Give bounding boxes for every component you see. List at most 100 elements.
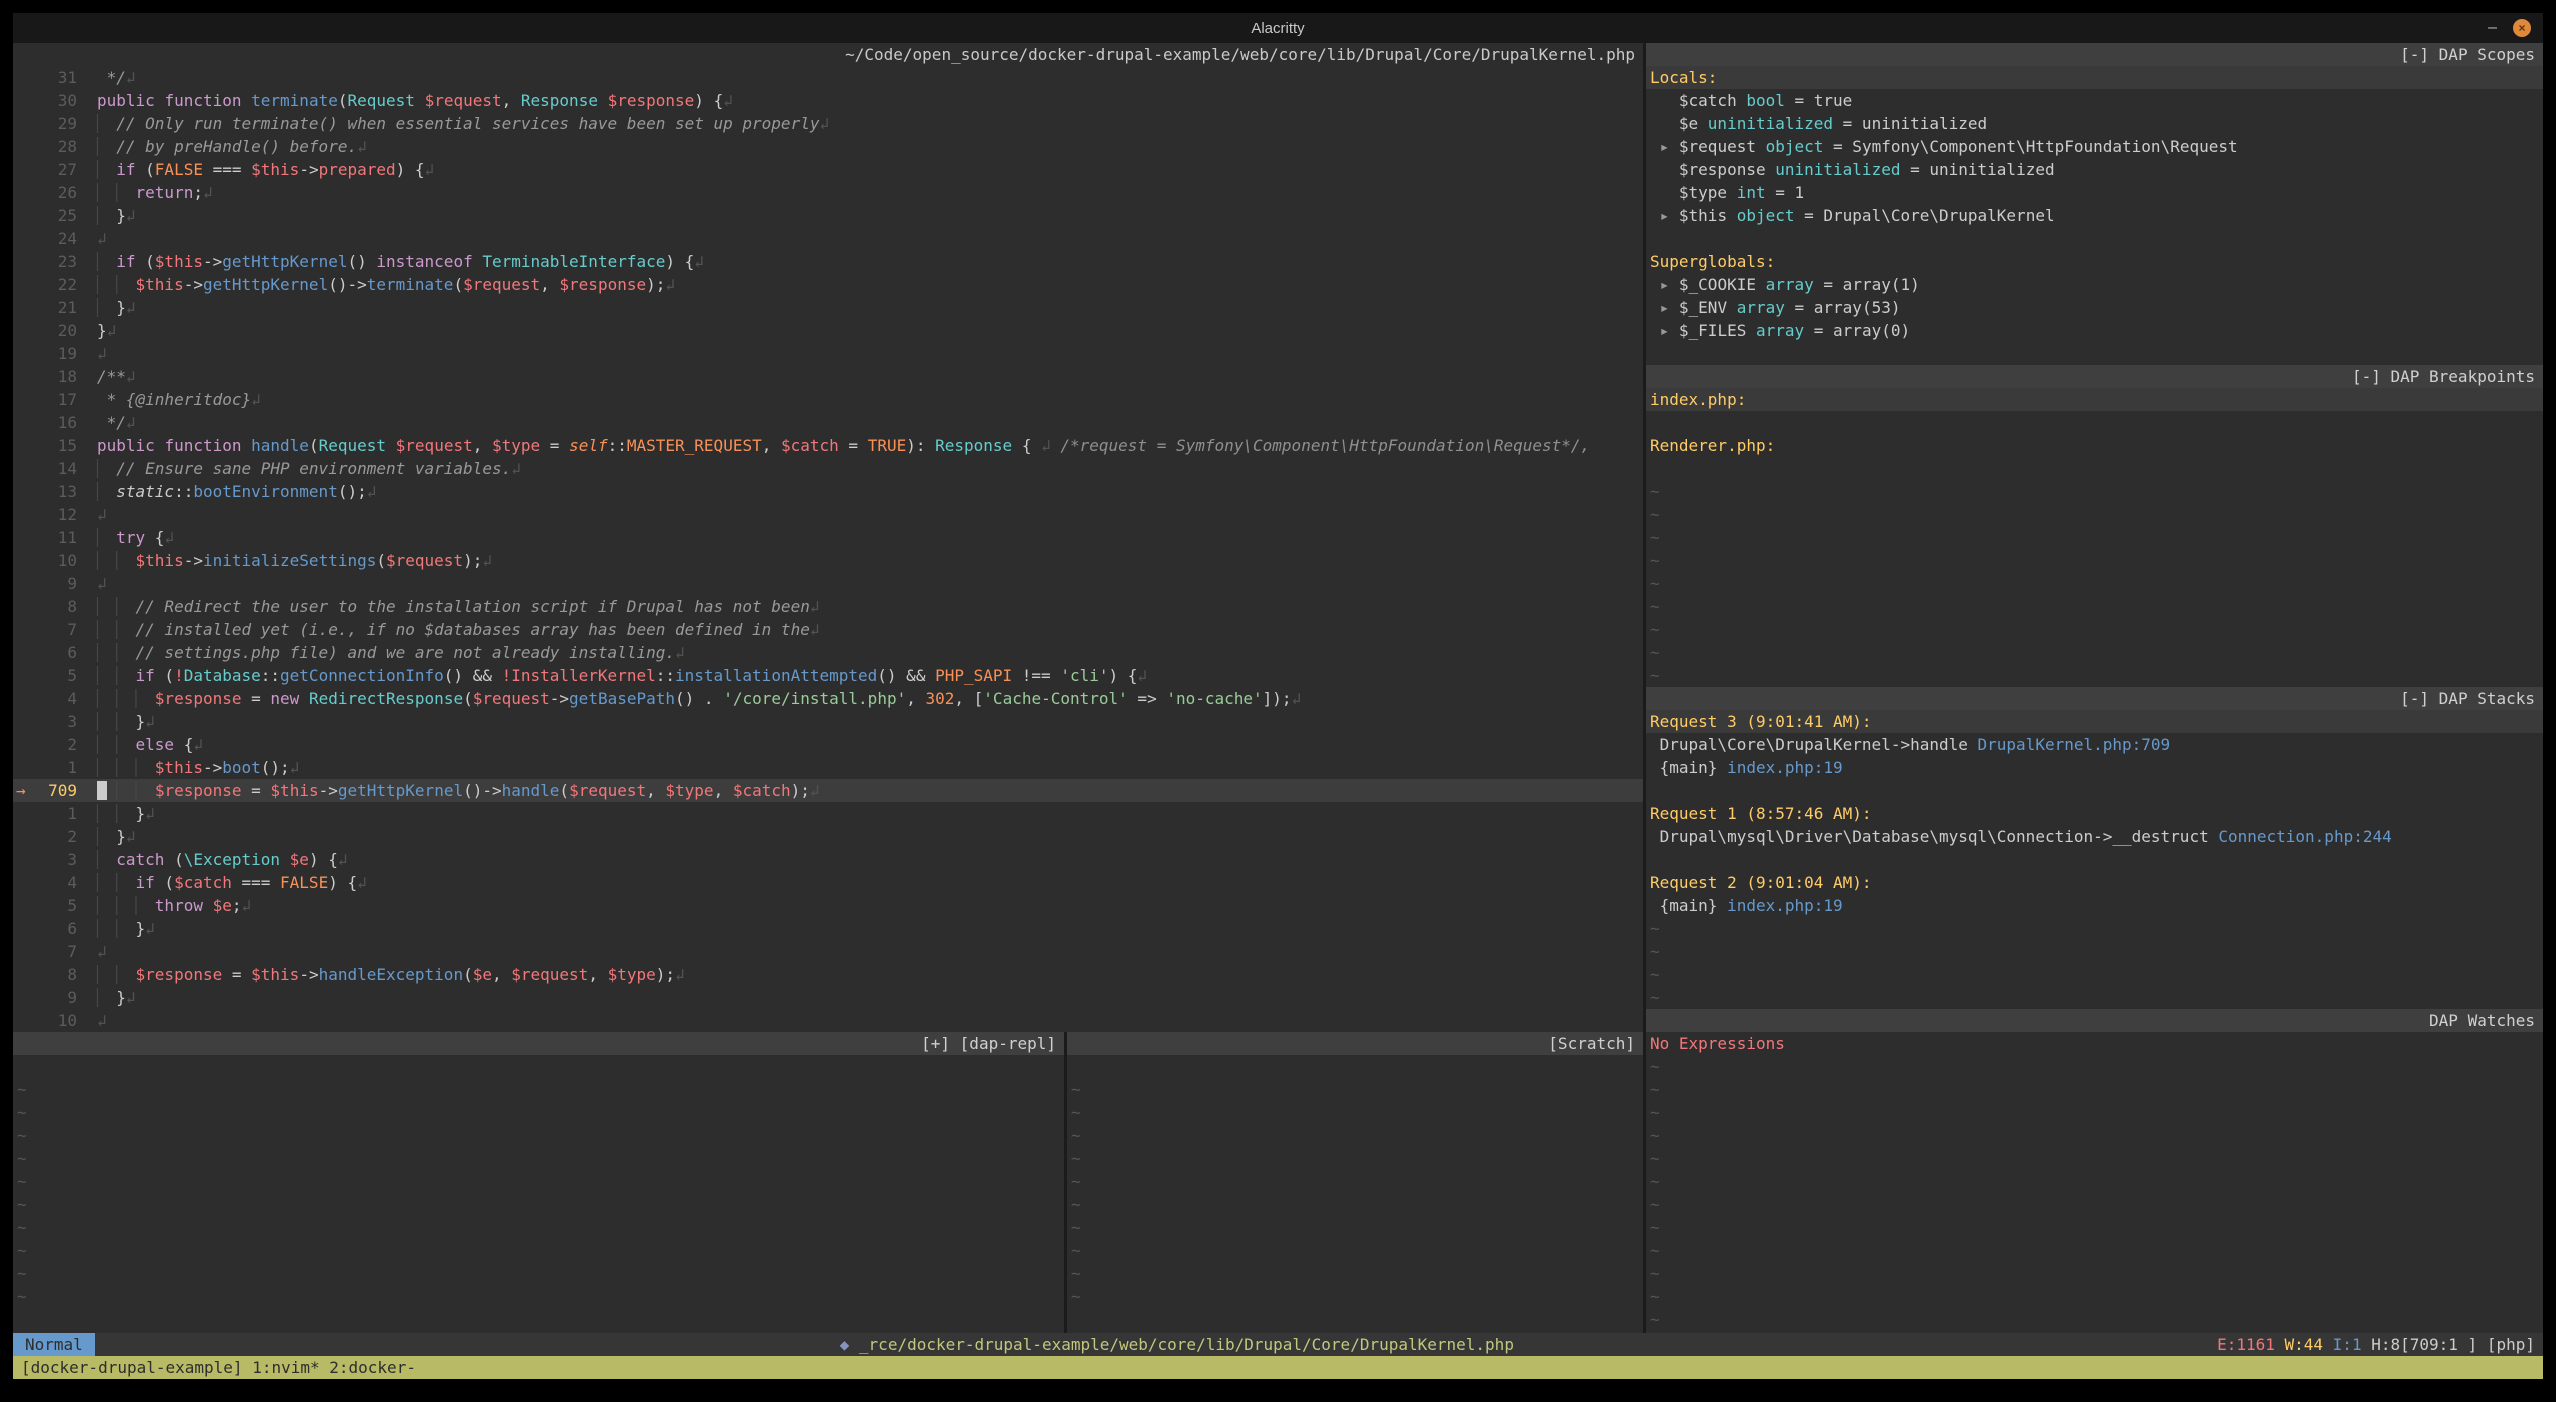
code-line[interactable]: 7↲ bbox=[13, 940, 1643, 963]
stacks-row[interactable]: Drupal\Core\DrupalKernel->handle DrupalK… bbox=[1646, 733, 2543, 756]
code-line[interactable]: 16 */↲ bbox=[13, 411, 1643, 434]
code-line[interactable]: 12↲ bbox=[13, 503, 1643, 526]
scopes-row[interactable]: ▸ $_ENV array = array(53) bbox=[1646, 296, 2543, 319]
text-segment: int bbox=[1737, 183, 1766, 202]
scopes-row[interactable]: Superglobals: bbox=[1646, 250, 2543, 273]
stacks-row[interactable]: Request 2 (9:01:04 AM): bbox=[1646, 871, 2543, 894]
code-line[interactable]: 27▏ if (FALSE === $this->prepared) {↲ bbox=[13, 158, 1643, 181]
dap-stacks-header[interactable]: [-] DAP Stacks bbox=[1646, 687, 2543, 710]
buffer-line[interactable] bbox=[13, 1055, 1064, 1078]
text-segment: ) { bbox=[328, 873, 357, 892]
code-line[interactable]: 9▏ }↲ bbox=[13, 986, 1643, 1009]
code-line[interactable]: 10▏ ▏ $this->initializeSettings($request… bbox=[13, 549, 1643, 572]
dap-repl-window[interactable]: ~~~~~~~~~~ bbox=[13, 1055, 1064, 1333]
code-line[interactable]: 18/**↲ bbox=[13, 365, 1643, 388]
text-segment bbox=[107, 781, 117, 800]
code-line[interactable]: 24↲ bbox=[13, 227, 1643, 250]
code-area[interactable]: 31 */↲ 30public function terminate(Reque… bbox=[13, 66, 1643, 1032]
code-line[interactable]: 31 */↲ bbox=[13, 66, 1643, 89]
current-code-line[interactable]: →709 ▏ ▏ $response = $this->getHttpKerne… bbox=[13, 779, 1643, 802]
code-line[interactable]: 19↲ bbox=[13, 342, 1643, 365]
code-line[interactable]: 8▏ ▏ $response = $this->handleException(… bbox=[13, 963, 1643, 986]
code-line[interactable]: 26▏ ▏ return;↲ bbox=[13, 181, 1643, 204]
code-line[interactable]: 9↲ bbox=[13, 572, 1643, 595]
scopes-row[interactable]: Locals: bbox=[1646, 66, 2543, 89]
scopes-row[interactable] bbox=[1646, 227, 2543, 250]
stacks-row[interactable] bbox=[1646, 779, 2543, 802]
code-line[interactable]: 20}↲ bbox=[13, 319, 1643, 342]
scopes-row[interactable]: ▸ $this object = Drupal\Core\DrupalKerne… bbox=[1646, 204, 2543, 227]
watches-row[interactable]: No Expressions bbox=[1646, 1032, 2543, 1055]
code-line[interactable]: 28▏ // by preHandle() before.↲ bbox=[13, 135, 1643, 158]
code-line[interactable]: 8▏ ▏ // Redirect the user to the install… bbox=[13, 595, 1643, 618]
minimize-button[interactable]: – bbox=[2488, 19, 2497, 37]
scratch-window[interactable]: ~~~~~~~~~~ bbox=[1067, 1055, 1643, 1333]
close-button[interactable]: × bbox=[2513, 19, 2531, 37]
breakpoints-row[interactable] bbox=[1646, 411, 2543, 434]
scopes-row[interactable]: ▸ $_COOKIE array = array(1) bbox=[1646, 273, 2543, 296]
code-line[interactable]: 17 * {@inheritdoc}↲ bbox=[13, 388, 1643, 411]
dap-watches-header[interactable]: DAP Watches bbox=[1646, 1009, 2543, 1032]
text-segment: handle bbox=[251, 436, 309, 455]
gutter-padding bbox=[77, 503, 97, 526]
code-line[interactable]: 10↲ bbox=[13, 1009, 1643, 1032]
sign-column bbox=[13, 687, 37, 710]
text-segment: FALSE bbox=[155, 160, 203, 179]
dap-repl-statusline[interactable]: [+] [dap-repl] bbox=[13, 1032, 1064, 1055]
breakpoints-row[interactable]: Renderer.php: bbox=[1646, 434, 2543, 457]
code-line[interactable]: 3▏ catch (\Exception $e) {↲ bbox=[13, 848, 1643, 871]
stacks-row[interactable]: Drupal\mysql\Driver\Database\mysql\Conne… bbox=[1646, 825, 2543, 848]
code-line[interactable]: 6▏ ▏ // settings.php file) and we are no… bbox=[13, 641, 1643, 664]
indent-guide: ▏ bbox=[97, 298, 116, 317]
scopes-row[interactable] bbox=[1646, 342, 2543, 365]
code-line[interactable]: 7▏ ▏ // installed yet (i.e., if no $data… bbox=[13, 618, 1643, 641]
text-segment: /*request = Symfony\Component\HttpFounda… bbox=[1051, 436, 1590, 455]
tmux-window[interactable]: 1:nvim* bbox=[243, 1358, 320, 1377]
stacks-row[interactable] bbox=[1646, 848, 2543, 871]
text-segment: W:44 bbox=[2285, 1335, 2324, 1354]
text-segment: = array(0) bbox=[1804, 321, 1910, 340]
eol-marker: ↲ bbox=[203, 183, 213, 202]
dap-scopes-header[interactable]: [-] DAP Scopes bbox=[1646, 43, 2543, 66]
indent-guide: ▏ ▏ ▏ bbox=[97, 758, 155, 777]
code-line[interactable]: 3▏ ▏ }↲ bbox=[13, 710, 1643, 733]
stacks-row[interactable]: {main} index.php:19 bbox=[1646, 756, 2543, 779]
scopes-row[interactable]: $response uninitialized = uninitialized bbox=[1646, 158, 2543, 181]
code-line[interactable]: 15public function handle(Request $reques… bbox=[13, 434, 1643, 457]
code-line[interactable]: 1▏ ▏ }↲ bbox=[13, 802, 1643, 825]
code-line[interactable]: 30public function terminate(Request $req… bbox=[13, 89, 1643, 112]
scopes-row[interactable]: $type int = 1 bbox=[1646, 181, 2543, 204]
dap-breakpoints-header[interactable]: [-] DAP Breakpoints bbox=[1646, 365, 2543, 388]
code-line[interactable]: 11▏ try {↲ bbox=[13, 526, 1643, 549]
code-line[interactable]: 22▏ ▏ $this->getHttpKernel()->terminate(… bbox=[13, 273, 1643, 296]
code-line[interactable]: 29▏ // Only run terminate() when essenti… bbox=[13, 112, 1643, 135]
code-line[interactable]: 2▏ ▏ else {↲ bbox=[13, 733, 1643, 756]
scopes-row[interactable]: ▸ $request object = Symfony\Component\Ht… bbox=[1646, 135, 2543, 158]
code-line[interactable]: 6▏ ▏ }↲ bbox=[13, 917, 1643, 940]
code-line[interactable]: 14▏ // Ensure sane PHP environment varia… bbox=[13, 457, 1643, 480]
code-line[interactable]: 5▏ ▏ ▏ throw $e;↲ bbox=[13, 894, 1643, 917]
code-line[interactable]: 4▏ ▏ if ($catch === FALSE) {↲ bbox=[13, 871, 1643, 894]
code-line[interactable]: 1▏ ▏ ▏ $this->boot();↲ bbox=[13, 756, 1643, 779]
tmux-window[interactable]: 2:docker- bbox=[320, 1358, 416, 1377]
text-segment: Request 2 (9:01:04 AM): bbox=[1650, 873, 1872, 892]
scopes-row[interactable]: $e uninitialized = uninitialized bbox=[1646, 112, 2543, 135]
stacks-row[interactable]: {main} index.php:19 bbox=[1646, 894, 2543, 917]
breakpoints-row[interactable]: index.php: bbox=[1646, 388, 2543, 411]
code-line[interactable]: 13▏ static::bootEnvironment();↲ bbox=[13, 480, 1643, 503]
stacks-row[interactable]: Request 1 (8:57:46 AM): bbox=[1646, 802, 2543, 825]
buffer-line[interactable] bbox=[1067, 1055, 1643, 1078]
code-line[interactable]: 23▏ if ($this->getHttpKernel() instanceo… bbox=[13, 250, 1643, 273]
scratch-statusline[interactable]: [Scratch] bbox=[1067, 1032, 1643, 1055]
code-line[interactable]: 25▏ }↲ bbox=[13, 204, 1643, 227]
text-segment: Drupal\Core\DrupalKernel->handle bbox=[1650, 735, 1978, 754]
code-line[interactable]: 21▏ }↲ bbox=[13, 296, 1643, 319]
scopes-row[interactable]: $catch bool = true bbox=[1646, 89, 2543, 112]
text-segment: array bbox=[1737, 298, 1785, 317]
stacks-row[interactable]: Request 3 (9:01:41 AM): bbox=[1646, 710, 2543, 733]
code-line[interactable]: 2▏ }↲ bbox=[13, 825, 1643, 848]
code-line[interactable]: 4▏ ▏ ▏ $response = new RedirectResponse(… bbox=[13, 687, 1643, 710]
breakpoints-row[interactable] bbox=[1646, 457, 2543, 480]
code-line[interactable]: 5▏ ▏ if (!Database::getConnectionInfo() … bbox=[13, 664, 1643, 687]
scopes-row[interactable]: ▸ $_FILES array = array(0) bbox=[1646, 319, 2543, 342]
